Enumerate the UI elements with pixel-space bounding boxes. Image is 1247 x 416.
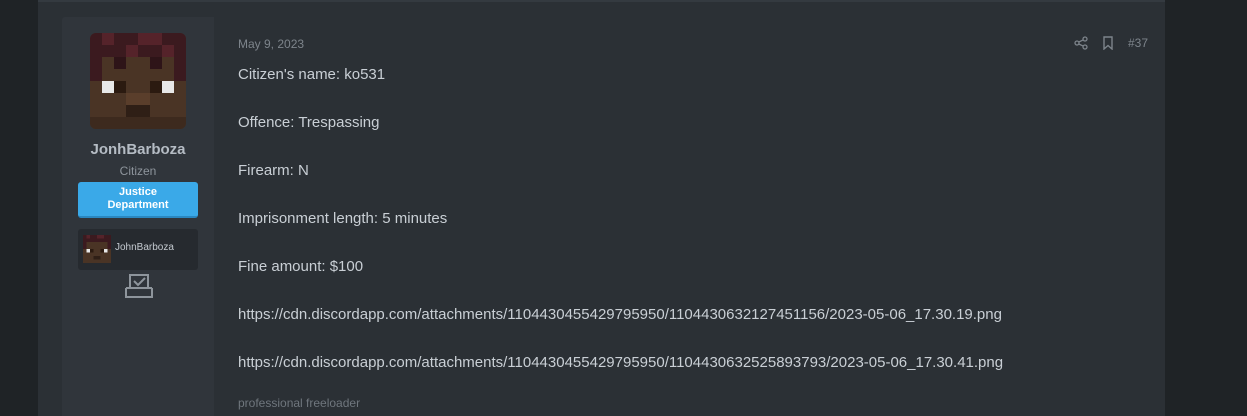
body-line: Firearm: N — [238, 162, 309, 179]
post-number-link[interactable]: #37 — [1128, 36, 1148, 50]
post: JonhBarboza Citizen Justice Department J… — [62, 17, 1165, 416]
avatar-image — [90, 33, 186, 129]
minecraft-profile-card[interactable]: JohnBarboza — [78, 229, 198, 270]
bookmark-icon[interactable] — [1102, 36, 1114, 50]
body-line: Fine amount: $100 — [238, 258, 364, 275]
body-link[interactable]: https://cdn.discordapp.com/attachments/1… — [238, 353, 1148, 401]
post-actions: #37 — [1074, 34, 1148, 52]
body-line: Offence: Trespassing — [238, 114, 380, 131]
signature: professional freeloader — [238, 396, 361, 410]
share-icon-graphic — [1074, 36, 1088, 50]
user-info-column: JonhBarboza Citizen Justice Department J… — [62, 17, 214, 416]
body-link[interactable]: https://cdn.discordapp.com/attachments/1… — [238, 305, 1148, 353]
post-body: Citizen's name: ko531 Offence: Trespassi… — [238, 65, 1148, 401]
user-banner: Justice Department — [78, 182, 198, 218]
username[interactable]: JonhBarboza — [62, 141, 214, 158]
user-title: Citizen — [119, 164, 157, 178]
minecraft-username: JohnBarboza — [115, 242, 174, 253]
bookmark-icon-graphic — [1103, 36, 1113, 50]
divider — [38, 0, 1165, 2]
message-area: May 9, 2023 #37 Citizen's name: ko531 Of… — [238, 17, 1148, 416]
inbox-check-icon[interactable] — [125, 273, 153, 299]
inbox-check-icon-graphic — [125, 274, 153, 298]
post-date[interactable]: May 9, 2023 — [238, 37, 304, 51]
thread-column: JonhBarboza Citizen Justice Department J… — [38, 0, 1165, 416]
minecraft-head-icon — [83, 235, 111, 263]
share-icon[interactable] — [1074, 36, 1088, 50]
avatar[interactable] — [90, 33, 186, 129]
body-line: Citizen's name: ko531 — [238, 66, 386, 83]
body-line: Imprisonment length: 5 minutes — [238, 210, 448, 227]
